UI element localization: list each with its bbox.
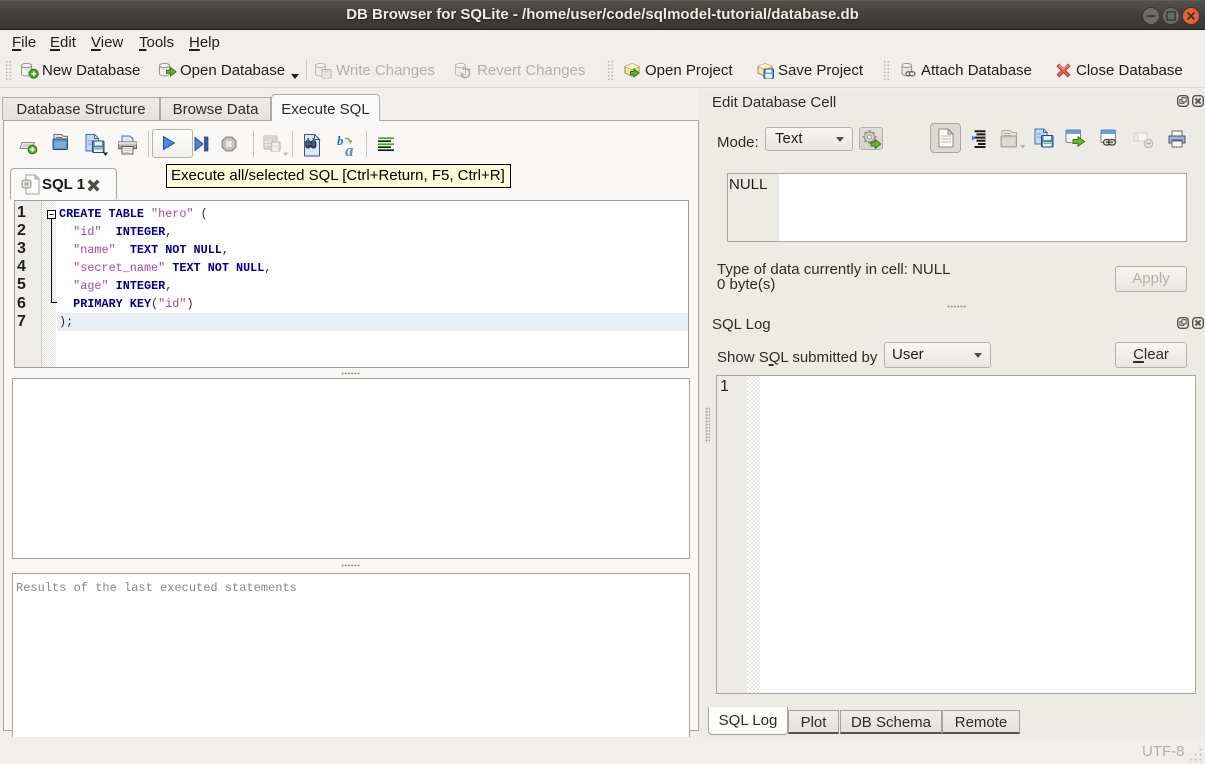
svg-text:a: a xyxy=(345,141,354,158)
svg-text:b: b xyxy=(337,133,344,148)
